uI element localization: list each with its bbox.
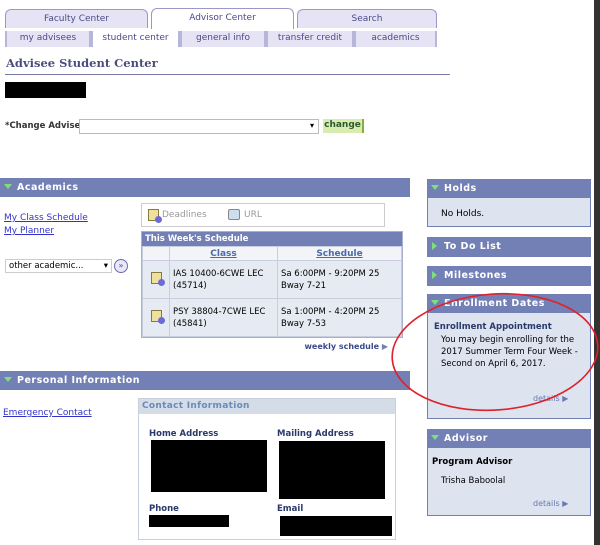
todo-pagelet[interactable]: To Do List: [427, 237, 591, 257]
expand-triangle-icon: [4, 377, 12, 382]
my-planner-link[interactable]: My Planner: [4, 226, 54, 236]
collapsed-triangle-icon: [432, 271, 437, 279]
advisor-header[interactable]: Advisor: [427, 429, 591, 448]
redacted-email: [280, 516, 392, 536]
academics-header[interactable]: Academics: [0, 178, 410, 197]
details-label: details: [533, 394, 560, 403]
class-cell: PSY 38804-7CWE LEC (45841): [169, 298, 278, 337]
enrollment-header[interactable]: Enrollment Dates: [427, 294, 591, 313]
milestones-header[interactable]: Milestones: [427, 266, 591, 285]
program-advisor-label: Program Advisor: [432, 457, 513, 467]
class-info-icon[interactable]: [150, 272, 165, 286]
tab-faculty-center[interactable]: Faculty Center: [5, 9, 148, 28]
advisor-name: Trisha Baboolal: [441, 476, 506, 486]
home-address-label: Home Address: [149, 429, 219, 439]
expand-triangle-icon: [431, 300, 439, 305]
advisor-title: Advisor: [444, 433, 488, 444]
subtab-student-center[interactable]: student center: [91, 31, 180, 47]
weekly-schedule-label: weekly schedule: [304, 342, 380, 351]
academics-title: Academics: [17, 182, 79, 193]
details-label: details: [533, 499, 560, 508]
advisor-pagelet: Advisor Program Advisor Trisha Baboolal …: [427, 429, 591, 516]
redacted-home-address: [151, 440, 267, 492]
milestones-title: Milestones: [444, 270, 507, 281]
subtab-general-info[interactable]: general info: [180, 31, 266, 47]
class-column-header[interactable]: Class: [210, 249, 236, 259]
todo-title: To Do List: [444, 241, 502, 252]
arrow-right-icon: ▶: [381, 342, 388, 351]
arrow-right-icon: ▶: [562, 394, 569, 403]
enrollment-details-link[interactable]: details ▶: [533, 394, 568, 403]
change-advisee-select[interactable]: ▾: [79, 119, 319, 134]
personal-info-title: Personal Information: [17, 375, 141, 386]
holds-title: Holds: [444, 183, 477, 194]
enrollment-appointment-label: Enrollment Appointment: [434, 322, 552, 332]
expand-triangle-icon: [4, 184, 12, 189]
schedule-cell: Sa 6:00PM - 9:20PM 25 Bway 7-21: [277, 260, 402, 299]
enrollment-dates-pagelet: Enrollment Dates Enrollment Appointment …: [427, 294, 591, 419]
weekly-schedule-table: This Week's Schedule Class Schedule IAS …: [141, 231, 403, 338]
my-class-schedule-link[interactable]: My Class Schedule: [4, 213, 88, 223]
table-row: PSY 38804-7CWE LEC (45841) Sa 1:00PM - 4…: [142, 298, 402, 337]
subtab-my-advisees[interactable]: my advisees: [5, 31, 91, 47]
milestones-pagelet[interactable]: Milestones: [427, 266, 591, 286]
schedule-cell: Sa 1:00PM - 4:20PM 25 Bway 7-53: [277, 298, 402, 337]
table-row: IAS 10400-6CWE LEC (45714) Sa 6:00PM - 9…: [142, 260, 402, 299]
deadlines-button[interactable]: Deadlines: [162, 210, 207, 220]
go-button[interactable]: »: [114, 259, 128, 273]
personal-info-header[interactable]: Personal Information: [0, 371, 410, 390]
tab-advisor-center[interactable]: Advisor Center: [151, 8, 294, 29]
redacted-phone: [149, 515, 229, 527]
title-rule: [5, 74, 450, 75]
url-button[interactable]: URL: [244, 210, 262, 220]
phone-label: Phone: [149, 504, 179, 514]
holds-header[interactable]: Holds: [427, 179, 591, 198]
class-info-icon[interactable]: [150, 310, 165, 324]
deadlines-box: Deadlines URL: [141, 203, 385, 227]
arrow-right-icon: ▶: [562, 499, 569, 508]
holds-text: No Holds.: [441, 209, 485, 219]
subtab-transfer-credit[interactable]: transfer credit: [266, 31, 354, 47]
todo-header[interactable]: To Do List: [427, 237, 591, 256]
expand-triangle-icon: [431, 435, 439, 440]
emergency-contact-link[interactable]: Emergency Contact: [3, 408, 92, 418]
expand-triangle-icon: [431, 185, 439, 190]
redacted-name: [5, 82, 86, 98]
window-edge: [594, 0, 600, 545]
chevron-down-icon: ▾: [309, 121, 314, 130]
schedule-column-header[interactable]: Schedule: [316, 249, 362, 259]
subtab-academics[interactable]: academics: [354, 31, 437, 47]
change-advisee-label: *Change Advisee: [5, 121, 87, 131]
change-button[interactable]: change: [323, 119, 364, 133]
chevron-down-icon: ▾: [103, 261, 108, 271]
mailing-address-label: Mailing Address: [277, 429, 354, 439]
collapsed-triangle-icon: [432, 242, 437, 250]
url-icon: [228, 209, 240, 220]
class-cell: IAS 10400-6CWE LEC (45714): [169, 260, 278, 299]
holds-pagelet: Holds No Holds.: [427, 179, 591, 227]
weekly-schedule-link[interactable]: weekly schedule ▶: [300, 342, 388, 351]
other-academic-value: other academic...: [9, 261, 84, 271]
page-title: Advisee Student Center: [6, 56, 158, 70]
email-label: Email: [277, 504, 304, 514]
schedule-title: This Week's Schedule: [142, 232, 402, 246]
other-academic-select[interactable]: other academic... ▾: [5, 259, 112, 273]
redacted-mailing-address: [279, 441, 385, 499]
contact-info-box: Contact Information Home Address Mailing…: [138, 398, 396, 540]
enrollment-title: Enrollment Dates: [444, 298, 545, 309]
enrollment-text: You may begin enrolling for the 2017 Sum…: [441, 335, 578, 369]
advisor-details-link[interactable]: details ▶: [533, 499, 568, 508]
contact-info-title: Contact Information: [139, 399, 395, 414]
tab-search[interactable]: Search: [297, 9, 437, 28]
calendar-icon: [148, 209, 162, 223]
